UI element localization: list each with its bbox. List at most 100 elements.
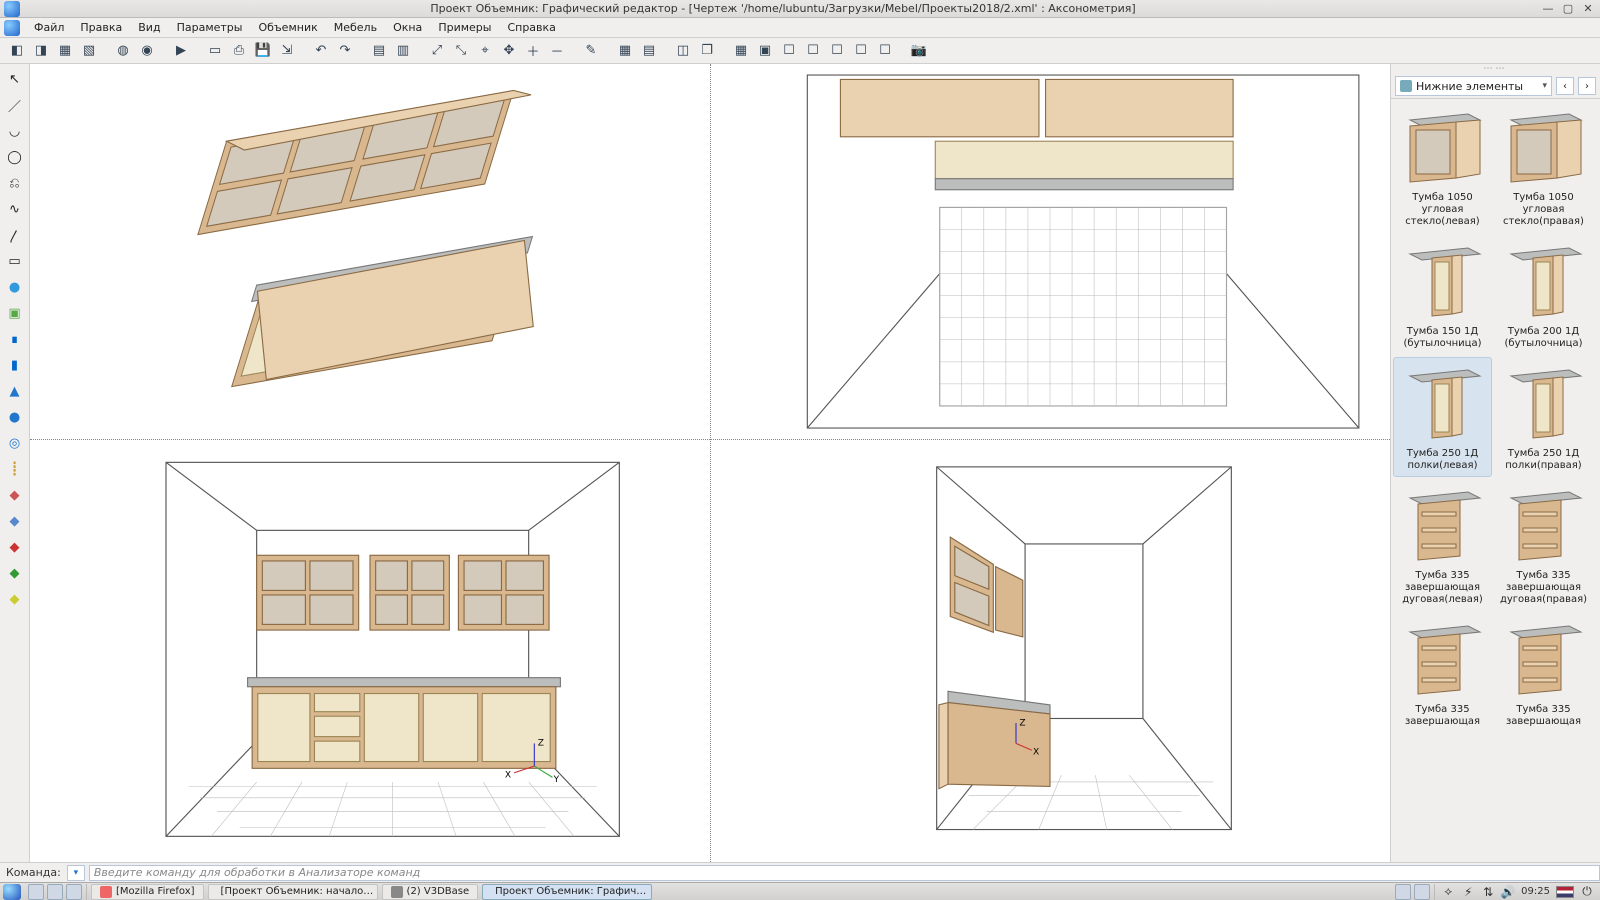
bluetooth-icon[interactable]: ⟡: [1441, 885, 1455, 899]
toggle-grid-button[interactable]: ▦: [730, 40, 752, 62]
tool-arrow[interactable]: ↖: [4, 68, 26, 90]
viewport-perspective[interactable]: [30, 64, 710, 439]
menu-объемник[interactable]: Объемник: [250, 19, 325, 36]
catalog-item[interactable]: Тумба 1050 угловая стекло(левая): [1393, 101, 1492, 233]
launcher-files[interactable]: [28, 884, 44, 900]
tool-polyline[interactable]: 〳: [4, 224, 26, 246]
tool-sphere2[interactable]: ●: [4, 406, 26, 428]
catalog-item[interactable]: Тумба 1050 угловая стекло(правая): [1494, 101, 1593, 233]
menu-файл[interactable]: Файл: [26, 19, 72, 36]
menu-окна[interactable]: Окна: [385, 19, 430, 36]
catalog-item[interactable]: Тумба 335 завершающая дуговая(левая): [1393, 479, 1492, 611]
tool-box[interactable]: ▣: [4, 302, 26, 324]
start-button[interactable]: [3, 884, 21, 900]
tool-curve[interactable]: ⎌: [4, 172, 26, 194]
catalog-item[interactable]: Тумба 335 завершающая дуговая(правая): [1494, 479, 1593, 611]
tool-prim2[interactable]: ◆: [4, 510, 26, 532]
taskbar-task[interactable]: [Mozilla Firefox]: [91, 884, 204, 900]
toggle-d-button[interactable]: ☐: [850, 40, 872, 62]
fit-window-button[interactable]: ⤡: [450, 40, 472, 62]
launcher-3[interactable]: [66, 884, 82, 900]
launcher-2[interactable]: [47, 884, 63, 900]
spreadsheet-button[interactable]: ▤: [638, 40, 660, 62]
print-page-button[interactable]: ⎙: [228, 40, 250, 62]
render-sphere-button[interactable]: ◍: [112, 40, 134, 62]
new-scene-button[interactable]: ◧: [6, 40, 28, 62]
catalog-item[interactable]: Тумба 250 1Д полки(правая): [1494, 357, 1593, 477]
viewport-front[interactable]: Z Y X: [30, 439, 710, 862]
catalog-item[interactable]: Тумба 150 1Д (бутылочница): [1393, 235, 1492, 355]
close-button[interactable]: ✕: [1582, 3, 1594, 15]
undo-button[interactable]: ↶: [310, 40, 332, 62]
catalog-item[interactable]: Тумба 335 завершающая: [1494, 613, 1593, 733]
panel-grip[interactable]: ⋯⋯: [1391, 64, 1600, 74]
toggle-snap-button[interactable]: ▣: [754, 40, 776, 62]
clock[interactable]: 09:25: [1521, 886, 1550, 897]
window-list-button[interactable]: ❐: [696, 40, 718, 62]
taskbar-task[interactable]: (2) V3DBase: [382, 884, 479, 900]
catalog-item[interactable]: Тумба 335 завершающая: [1393, 613, 1492, 733]
render-double-button[interactable]: ◉: [136, 40, 158, 62]
tool-arc[interactable]: ◡: [4, 120, 26, 142]
taskbar-task[interactable]: Проект Объемник: Графич…: [482, 884, 652, 900]
tool-rectangle[interactable]: ▭: [4, 250, 26, 272]
network-icon[interactable]: ⇅: [1481, 885, 1495, 899]
catalog-category-select[interactable]: Нижние элементы ▾: [1395, 76, 1552, 96]
viewport-area[interactable]: Z Y X: [30, 64, 1390, 862]
play-button[interactable]: ▶: [170, 40, 192, 62]
tool-line[interactable]: ／: [4, 94, 26, 116]
new-page-button[interactable]: ▦: [54, 40, 76, 62]
tool-sphere[interactable]: ●: [4, 276, 26, 298]
keyboard-layout-icon[interactable]: [1556, 886, 1574, 898]
menu-правка[interactable]: Правка: [72, 19, 130, 36]
panel-multi-button[interactable]: ▥: [392, 40, 414, 62]
minimize-button[interactable]: —: [1542, 3, 1554, 15]
toggle-e-button[interactable]: ☐: [874, 40, 896, 62]
app-menu-icon[interactable]: [4, 20, 20, 36]
maximize-button[interactable]: ▢: [1562, 3, 1574, 15]
session-icon[interactable]: ⏻: [1580, 885, 1594, 899]
redo-button[interactable]: ↷: [334, 40, 356, 62]
menu-примеры[interactable]: Примеры: [430, 19, 499, 36]
fit-extents-button[interactable]: ⤢: [426, 40, 448, 62]
tool-circle[interactable]: ◯: [4, 146, 26, 168]
tool-cone[interactable]: ▲: [4, 380, 26, 402]
tool-prim3[interactable]: ◆: [4, 536, 26, 558]
menu-мебель[interactable]: Мебель: [326, 19, 385, 36]
tool-prim4[interactable]: ◆: [4, 562, 26, 584]
doc-page-button[interactable]: ▭: [204, 40, 226, 62]
zoom-in-button[interactable]: ＋: [522, 40, 544, 62]
new-drawing-button[interactable]: ◨: [30, 40, 52, 62]
measure-button[interactable]: ✎: [580, 40, 602, 62]
catalog-next-button[interactable]: ›: [1578, 77, 1596, 95]
show-desktop-button[interactable]: [1395, 884, 1411, 900]
tool-ruler[interactable]: ┋: [4, 458, 26, 480]
tool-torus[interactable]: ◎: [4, 432, 26, 454]
camera-button[interactable]: 📷: [908, 40, 930, 62]
catalog-item[interactable]: Тумба 200 1Д (бутылочница): [1494, 235, 1593, 355]
menu-справка[interactable]: Справка: [499, 19, 563, 36]
save-page-button[interactable]: 💾: [252, 40, 274, 62]
zoom-region-button[interactable]: ⌖: [474, 40, 496, 62]
tool-spline[interactable]: ∿: [4, 198, 26, 220]
menu-вид[interactable]: Вид: [130, 19, 168, 36]
schedule-button[interactable]: ▦: [614, 40, 636, 62]
catalog-item[interactable]: Тумба 250 1Д полки(левая): [1393, 357, 1492, 477]
viewport-top[interactable]: [710, 64, 1390, 439]
move-view-button[interactable]: ✥: [498, 40, 520, 62]
command-history-button[interactable]: ▾: [67, 865, 85, 881]
tool-prim1[interactable]: ◆: [4, 484, 26, 506]
new-palette-button[interactable]: ▧: [78, 40, 100, 62]
tool-box2[interactable]: ▮: [4, 354, 26, 376]
menu-параметры[interactable]: Параметры: [169, 19, 251, 36]
power-icon[interactable]: ⚡: [1461, 885, 1475, 899]
viewport-side[interactable]: Z X: [710, 439, 1390, 862]
export-page-button[interactable]: ⇲: [276, 40, 298, 62]
workspace-switcher[interactable]: [1414, 884, 1430, 900]
tool-cylinder[interactable]: ∎: [4, 328, 26, 350]
tool-prim5[interactable]: ◆: [4, 588, 26, 610]
taskbar-task[interactable]: [Проект Объемник: начало…: [208, 884, 378, 900]
panel-single-button[interactable]: ▤: [368, 40, 390, 62]
zoom-out-button[interactable]: －: [546, 40, 568, 62]
cube-view-button[interactable]: ◫: [672, 40, 694, 62]
